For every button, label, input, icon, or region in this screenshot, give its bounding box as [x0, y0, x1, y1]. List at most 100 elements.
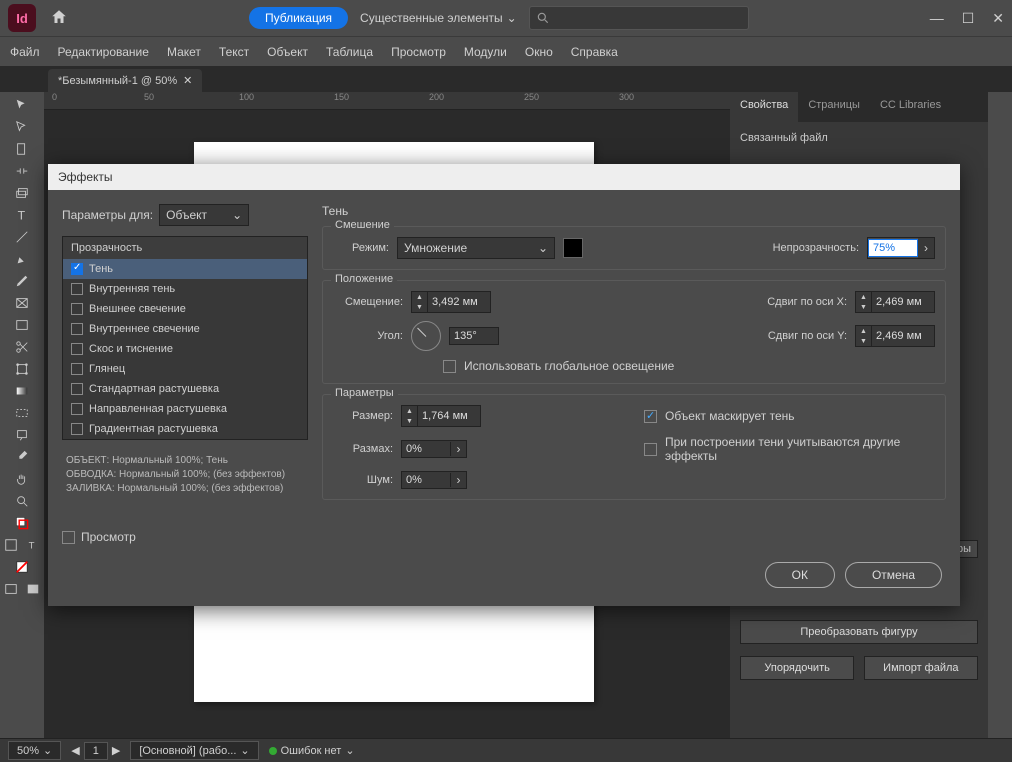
direct-selection-tool[interactable]	[0, 116, 44, 138]
eyedropper-tool[interactable]	[0, 446, 44, 468]
menu-view[interactable]: Просмотр	[391, 45, 446, 59]
xoffset-spinner[interactable]: ▲▼	[855, 291, 935, 313]
gradient-feather-tool[interactable]	[0, 402, 44, 424]
angle-dial[interactable]	[411, 321, 441, 351]
menu-layout[interactable]: Макет	[167, 45, 201, 59]
menu-edit[interactable]: Редактирование	[58, 45, 149, 59]
horizontal-ruler[interactable]: 0 50 100 150 200 250 300	[44, 92, 730, 110]
screen-mode-normal[interactable]	[0, 578, 22, 600]
home-icon[interactable]	[50, 8, 68, 29]
effect-inner-glow[interactable]: Внутреннее свечение	[63, 319, 307, 339]
effect-checkbox[interactable]	[71, 343, 83, 355]
effect-checkbox[interactable]	[71, 303, 83, 315]
opacity-field[interactable]: ›	[867, 237, 935, 259]
blend-mode-dropdown[interactable]: Умножение⌄	[397, 237, 555, 259]
formatting-container-button[interactable]	[0, 534, 22, 556]
import-file-button[interactable]: Импорт файла	[864, 656, 978, 680]
content-collector-tool[interactable]	[0, 182, 44, 204]
menu-help[interactable]: Справка	[571, 45, 618, 59]
knockout-checkbox[interactable]	[644, 410, 657, 423]
global-light-checkbox[interactable]	[443, 360, 456, 373]
fill-stroke-swatch[interactable]	[0, 512, 44, 534]
rectangle-tool[interactable]	[0, 314, 44, 336]
page-tool[interactable]	[0, 138, 44, 160]
menu-type[interactable]: Текст	[219, 45, 249, 59]
params-for-dropdown[interactable]: Объект⌄	[159, 204, 249, 226]
menu-window[interactable]: Модули	[464, 45, 507, 59]
menu-plugins[interactable]: Окно	[525, 45, 553, 59]
effect-bevel-emboss[interactable]: Скос и тиснение	[63, 339, 307, 359]
pen-tool[interactable]	[0, 248, 44, 270]
layout-dropdown[interactable]: [Основной] (рабо... ⌄	[130, 741, 258, 760]
screen-mode-preview[interactable]	[22, 578, 44, 600]
right-collapse-strip[interactable]	[988, 92, 1012, 738]
close-button[interactable]: ✕	[992, 10, 1004, 27]
effect-checkbox[interactable]	[71, 383, 83, 395]
document-tab[interactable]: *Безымянный-1 @ 50% ✕	[48, 69, 202, 92]
honors-fx-checkbox[interactable]	[644, 443, 657, 456]
ok-button[interactable]: ОК	[765, 562, 835, 588]
effect-directional-feather[interactable]: Направленная растушевка	[63, 399, 307, 419]
spinner-up[interactable]: ▲	[412, 292, 427, 302]
type-tool[interactable]: T	[0, 204, 44, 226]
convert-shape-button[interactable]: Преобразовать фигуру	[740, 620, 978, 644]
spinner-up[interactable]: ▲	[856, 326, 871, 336]
xoffset-input[interactable]	[872, 294, 934, 310]
noise-input[interactable]	[402, 472, 450, 488]
maximize-button[interactable]: ☐	[962, 10, 975, 27]
zoom-dropdown[interactable]: 50% ⌄	[8, 741, 61, 760]
effect-basic-feather[interactable]: Стандартная растушевка	[63, 379, 307, 399]
spread-spinner[interactable]: ›	[401, 440, 467, 458]
effect-checkbox[interactable]	[71, 363, 83, 375]
errors-status[interactable]: Ошибок нет ⌄	[269, 744, 355, 757]
line-tool[interactable]	[0, 226, 44, 248]
hand-tool[interactable]	[0, 468, 44, 490]
spinner-up[interactable]: ▲	[402, 406, 417, 416]
free-transform-tool[interactable]	[0, 358, 44, 380]
spinner-down[interactable]: ▼	[856, 302, 871, 312]
angle-input[interactable]	[450, 328, 498, 344]
menu-file[interactable]: Файл	[10, 45, 40, 59]
rectangle-frame-tool[interactable]	[0, 292, 44, 314]
note-tool[interactable]	[0, 424, 44, 446]
gradient-swatch-tool[interactable]	[0, 380, 44, 402]
workspace-dropdown[interactable]: Существенные элементы ⌄	[360, 11, 517, 25]
tab-cc-libraries[interactable]: CC Libraries	[870, 92, 951, 122]
distance-input[interactable]	[428, 294, 490, 310]
menu-object[interactable]: Объект	[267, 45, 308, 59]
chevron-right-icon[interactable]: ›	[450, 442, 466, 456]
close-icon[interactable]: ✕	[183, 74, 192, 87]
chevron-right-icon[interactable]: ›	[918, 238, 934, 258]
tab-pages[interactable]: Страницы	[798, 92, 870, 122]
size-spinner[interactable]: ▲▼	[401, 405, 481, 427]
size-input[interactable]	[418, 408, 480, 424]
scissors-tool[interactable]	[0, 336, 44, 358]
spinner-down[interactable]: ▼	[412, 302, 427, 312]
effect-satin[interactable]: Глянец	[63, 359, 307, 379]
minimize-button[interactable]: —	[930, 10, 944, 27]
effect-checkbox[interactable]	[71, 263, 83, 275]
effect-checkbox[interactable]	[71, 323, 83, 335]
effect-gradient-feather[interactable]: Градиентная растушевка	[63, 419, 307, 439]
shadow-color-swatch[interactable]	[563, 238, 583, 258]
page-nav[interactable]: ◀ 1 ▶	[71, 742, 120, 760]
menu-table[interactable]: Таблица	[326, 45, 373, 59]
effects-list-header[interactable]: Прозрачность	[63, 237, 307, 259]
preview-checkbox[interactable]	[62, 531, 75, 544]
yoffset-input[interactable]	[872, 328, 934, 344]
zoom-tool[interactable]	[0, 490, 44, 512]
gap-tool[interactable]	[0, 160, 44, 182]
spread-input[interactable]	[402, 441, 450, 457]
effect-checkbox[interactable]	[71, 283, 83, 295]
tab-properties[interactable]: Свойства	[730, 92, 798, 122]
effect-shadow[interactable]: Тень	[63, 259, 307, 279]
apply-none-button[interactable]	[0, 556, 44, 578]
chevron-right-icon[interactable]: ›	[450, 473, 466, 487]
noise-spinner[interactable]: ›	[401, 471, 467, 489]
search-input[interactable]	[529, 6, 749, 30]
yoffset-spinner[interactable]: ▲▼	[855, 325, 935, 347]
effect-outer-glow[interactable]: Внешнее свечение	[63, 299, 307, 319]
publish-button[interactable]: Публикация	[249, 7, 348, 29]
angle-spinner[interactable]	[449, 327, 499, 345]
effect-inner-shadow[interactable]: Внутренняя тень	[63, 279, 307, 299]
